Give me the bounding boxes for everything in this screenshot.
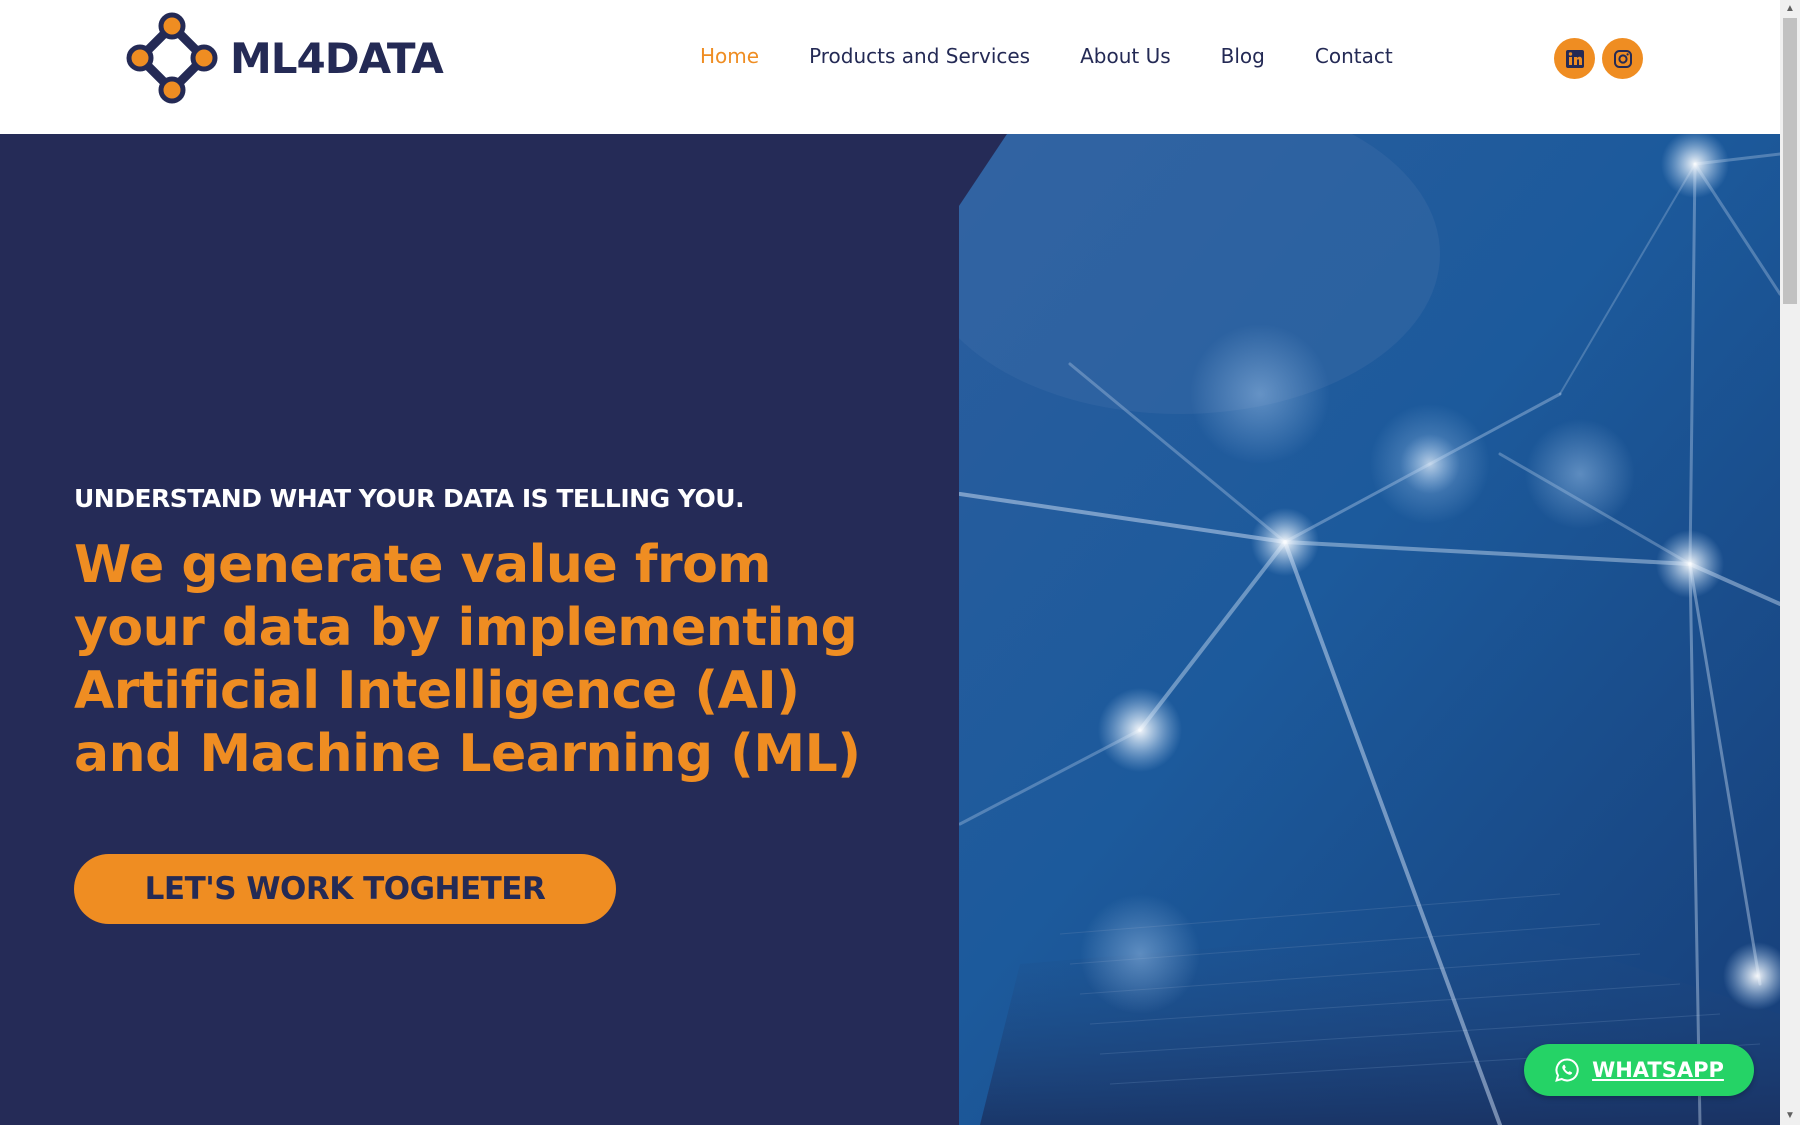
main-nav: Home Products and Services About Us Blog… xyxy=(700,44,1443,68)
nav-item-home[interactable]: Home xyxy=(700,44,759,68)
nav-item-products-and-services[interactable]: Products and Services xyxy=(809,44,1030,68)
instagram-button[interactable] xyxy=(1602,38,1643,79)
work-together-button[interactable]: LET'S WORK TOGHETER xyxy=(74,854,616,924)
whatsapp-icon xyxy=(1554,1057,1580,1083)
linkedin-button[interactable] xyxy=(1554,38,1595,79)
scroll-up-arrow-icon[interactable]: ▲ xyxy=(1784,3,1796,15)
hero-section: UNDERSTAND WHAT YOUR DATA IS TELLING YOU… xyxy=(0,134,1780,1125)
social-links xyxy=(1554,38,1643,79)
nav-item-about-us[interactable]: About Us xyxy=(1080,44,1171,68)
hero-headline: We generate value from your data by impl… xyxy=(74,535,861,784)
logo[interactable]: ML4DATA xyxy=(126,12,444,104)
site-header: ML4DATA Home Products and Services About… xyxy=(0,0,1780,134)
page-scrollbar[interactable]: ▲ ▼ xyxy=(1780,0,1800,1125)
scroll-down-arrow-icon[interactable]: ▼ xyxy=(1784,1110,1796,1122)
whatsapp-label: WHATSAPP xyxy=(1592,1058,1724,1082)
linkedin-icon xyxy=(1565,49,1584,68)
hero-eyebrow: UNDERSTAND WHAT YOUR DATA IS TELLING YOU… xyxy=(74,484,745,513)
nav-item-blog[interactable]: Blog xyxy=(1221,44,1265,68)
instagram-icon xyxy=(1613,49,1632,68)
nav-item-contact[interactable]: Contact xyxy=(1315,44,1393,68)
logo-icon xyxy=(126,12,218,104)
whatsapp-button[interactable]: WHATSAPP xyxy=(1524,1044,1754,1096)
scrollbar-thumb[interactable] xyxy=(1783,18,1797,304)
logo-text: ML4DATA xyxy=(230,33,444,83)
